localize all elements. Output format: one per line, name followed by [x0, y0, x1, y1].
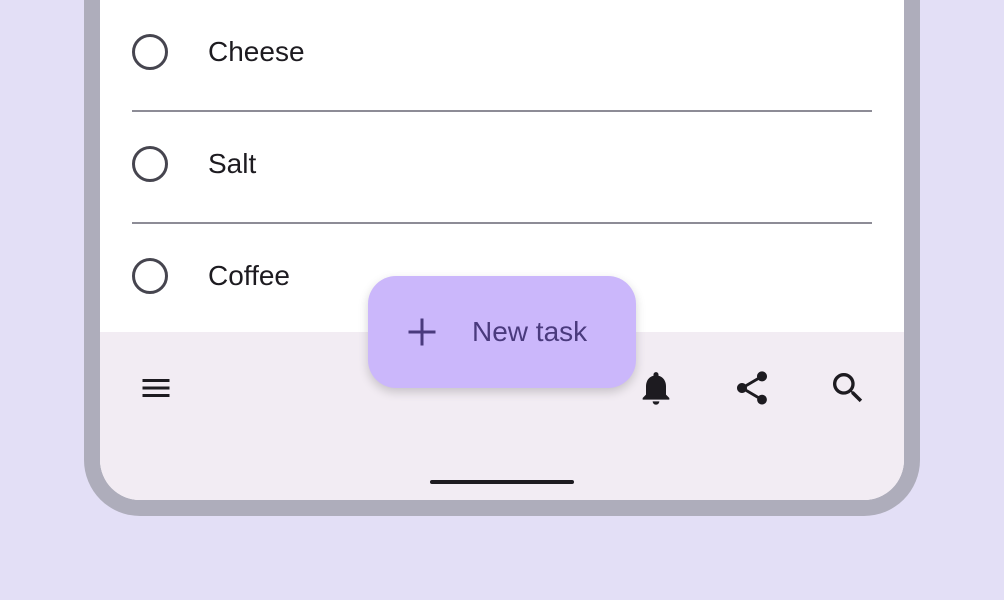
task-checkbox[interactable] [132, 258, 168, 294]
task-label: Coffee [208, 260, 290, 291]
list-item[interactable]: Cheese [100, 0, 904, 112]
task-checkbox[interactable] [132, 34, 168, 70]
share-icon[interactable] [728, 364, 776, 412]
task-checkbox[interactable] [132, 146, 168, 182]
plus-icon [408, 318, 436, 346]
new-task-button[interactable]: New task [368, 276, 636, 388]
home-indicator[interactable] [430, 480, 574, 484]
list-item[interactable]: Salt [100, 112, 904, 224]
menu-icon[interactable] [132, 364, 180, 412]
task-label: Cheese [208, 36, 305, 67]
new-task-label: New task [472, 316, 588, 347]
phone-frame: Cheese Salt Coffee [84, 0, 920, 516]
task-label: Salt [208, 148, 257, 179]
search-icon[interactable] [824, 364, 872, 412]
bell-icon[interactable] [632, 364, 680, 412]
app-screen: Cheese Salt Coffee [100, 0, 904, 500]
